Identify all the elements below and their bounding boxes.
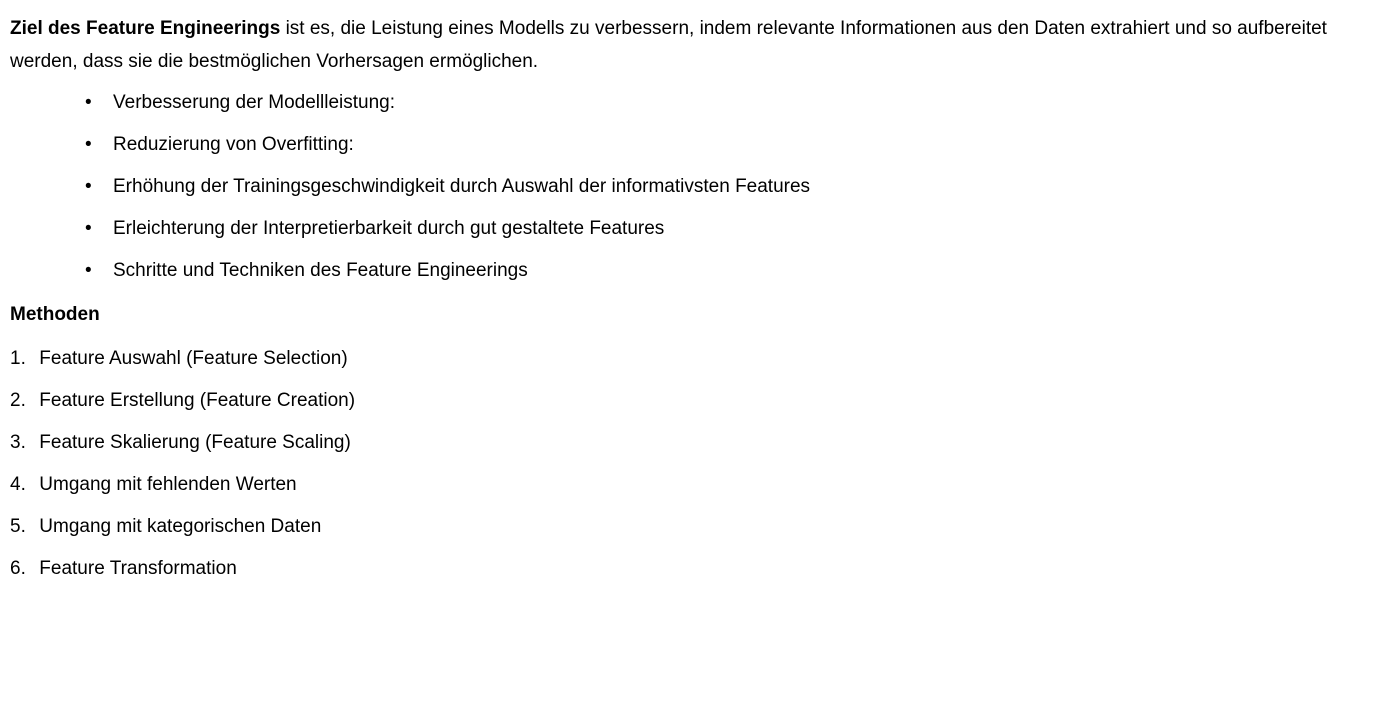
intro-paragraph: Ziel des Feature Engineerings ist es, di… xyxy=(10,12,1385,78)
list-item-number: 2. xyxy=(10,390,26,411)
bullet-icon: • xyxy=(85,218,92,239)
list-item-text: Feature Transformation xyxy=(39,558,237,579)
intro-bold-lead: Ziel des Feature Engineerings xyxy=(10,18,281,39)
list-item: 6. Feature Transformation xyxy=(10,548,1390,590)
list-item: 3. Feature Skalierung (Feature Scaling) xyxy=(10,422,1390,464)
list-item-text: Schritte und Techniken des Feature Engin… xyxy=(113,260,528,281)
list-item-number: 5. xyxy=(10,516,26,537)
list-item: • Erhöhung der Trainingsgeschwindigkeit d… xyxy=(85,166,1390,208)
bullet-icon: • xyxy=(85,134,92,155)
list-item-text: Reduzierung von Overfitting: xyxy=(113,134,354,155)
list-item: • Verbesserung der Modellleistung: xyxy=(85,82,1390,124)
bullet-icon: • xyxy=(85,92,92,113)
list-item: 4. Umgang mit fehlenden Werten xyxy=(10,464,1390,506)
bullet-icon: • xyxy=(85,176,92,197)
list-item-text: Umgang mit fehlenden Werten xyxy=(39,474,297,495)
list-item: 5. Umgang mit kategorischen Daten xyxy=(10,506,1390,548)
list-item: • Reduzierung von Overfitting: xyxy=(85,124,1390,166)
methods-heading: Methoden xyxy=(10,304,100,325)
list-item: • Schritte und Techniken des Feature Engi… xyxy=(85,250,1390,292)
list-item-text: Erhöhung der Trainingsgeschwindigkeit du… xyxy=(113,176,811,197)
bullet-icon: • xyxy=(85,260,92,281)
document-page: Ziel des Feature Engineerings ist es, di… xyxy=(0,0,1390,708)
list-item: 2. Feature Erstellung (Feature Creation) xyxy=(10,380,1390,422)
methods-list: 1. Feature Auswahl (Feature Selection) 2… xyxy=(10,338,1390,590)
list-item-text: Feature Erstellung (Feature Creation) xyxy=(39,390,356,411)
list-item-text: Erleichterung der Interpretierbarkeit du… xyxy=(113,218,665,239)
list-item-text: Feature Auswahl (Feature Selection) xyxy=(39,348,348,369)
list-item: 1. Feature Auswahl (Feature Selection) xyxy=(10,338,1390,380)
list-item-number: 6. xyxy=(10,558,26,579)
list-item: • Erleichterung der Interpretierbarkeit d… xyxy=(85,208,1390,250)
list-item-text: Feature Skalierung (Feature Scaling) xyxy=(39,432,351,453)
list-item-number: 3. xyxy=(10,432,26,453)
list-item-number: 1. xyxy=(10,348,26,369)
list-item-text: Umgang mit kategorischen Daten xyxy=(39,516,322,537)
goals-list: • Verbesserung der Modellleistung: • Reduz… xyxy=(10,82,1390,292)
list-item-text: Verbesserung der Modellleistung: xyxy=(113,92,396,113)
list-item-number: 4. xyxy=(10,474,26,495)
